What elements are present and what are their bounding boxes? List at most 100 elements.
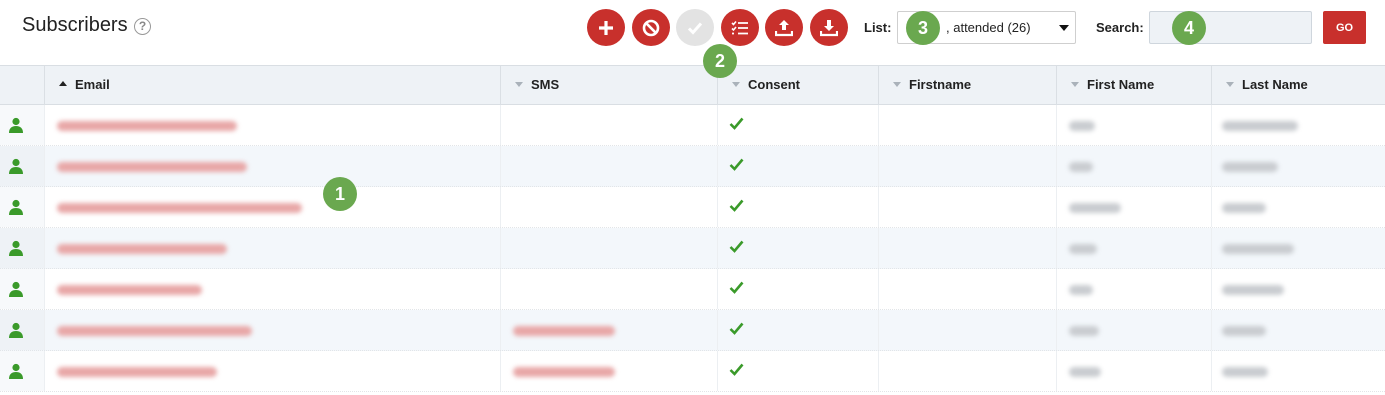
redacted-last-name xyxy=(1222,121,1298,131)
last-name-cell xyxy=(1211,146,1385,186)
column-header-sms[interactable]: SMS xyxy=(500,66,717,105)
email-cell[interactable] xyxy=(44,228,500,268)
user-icon xyxy=(9,240,23,256)
checklist-icon xyxy=(731,20,748,34)
sort-icon xyxy=(1071,82,1079,87)
redacted-first-name xyxy=(1069,367,1101,377)
email-cell[interactable] xyxy=(44,187,500,227)
redacted-email xyxy=(57,121,237,131)
header-select-column xyxy=(0,66,44,105)
column-header-email[interactable]: Email xyxy=(44,66,500,105)
column-label: Last Name xyxy=(1242,77,1308,92)
redacted-first-name xyxy=(1069,203,1121,213)
check-icon xyxy=(729,281,744,294)
manage-lists-button[interactable] xyxy=(721,9,759,46)
sms-cell xyxy=(500,187,717,227)
plus-icon xyxy=(599,20,613,35)
column-header-consent[interactable]: Consent xyxy=(717,66,878,105)
row-status-cell xyxy=(0,228,44,268)
email-cell[interactable] xyxy=(44,105,500,145)
table-row[interactable] xyxy=(0,228,1385,269)
table-row[interactable] xyxy=(0,351,1385,392)
consent-cell xyxy=(717,105,878,145)
sms-cell xyxy=(500,228,717,268)
firstname-cell xyxy=(878,146,1056,186)
consent-cell xyxy=(717,228,878,268)
first-name-cell xyxy=(1056,310,1211,350)
column-header-first-name[interactable]: First Name xyxy=(1056,66,1211,105)
redacted-first-name xyxy=(1069,285,1093,295)
last-name-cell xyxy=(1211,310,1385,350)
sms-cell xyxy=(500,269,717,309)
redacted-email xyxy=(57,244,227,254)
redacted-email xyxy=(57,326,252,336)
table-row[interactable] xyxy=(0,269,1385,310)
callout-badge-4: 4 xyxy=(1172,11,1206,45)
first-name-cell xyxy=(1056,269,1211,309)
redacted-email xyxy=(57,203,302,213)
email-cell[interactable] xyxy=(44,269,500,309)
sort-icon xyxy=(893,82,901,87)
import-button[interactable] xyxy=(765,9,803,46)
consent-cell xyxy=(717,310,878,350)
column-header-firstname[interactable]: Firstname xyxy=(878,66,1056,105)
consent-cell xyxy=(717,351,878,391)
add-subscriber-button[interactable] xyxy=(587,9,625,46)
firstname-cell xyxy=(878,187,1056,227)
sort-icon xyxy=(1226,82,1234,87)
redacted-last-name xyxy=(1222,326,1266,336)
redacted-email xyxy=(57,162,247,172)
sms-cell xyxy=(500,105,717,145)
page-title: Subscribers xyxy=(22,14,128,36)
firstname-cell xyxy=(878,269,1056,309)
go-button[interactable]: GO xyxy=(1323,11,1366,44)
redacted-last-name xyxy=(1222,367,1268,377)
sort-icon xyxy=(732,82,740,87)
table-row[interactable] xyxy=(0,105,1385,146)
row-status-cell xyxy=(0,146,44,186)
chevron-down-icon xyxy=(1059,25,1069,31)
last-name-cell xyxy=(1211,105,1385,145)
column-label: SMS xyxy=(531,77,560,92)
sort-asc-icon xyxy=(59,81,67,86)
redacted-sms xyxy=(513,326,615,336)
email-cell[interactable] xyxy=(44,351,500,391)
sms-cell xyxy=(500,351,717,391)
last-name-cell xyxy=(1211,228,1385,268)
table-row[interactable] xyxy=(0,187,1385,228)
first-name-cell xyxy=(1056,228,1211,268)
row-status-cell xyxy=(0,310,44,350)
column-label: Firstname xyxy=(909,77,972,92)
check-icon xyxy=(687,22,703,35)
column-label: Consent xyxy=(748,77,800,92)
check-icon xyxy=(729,117,744,130)
email-cell[interactable] xyxy=(44,146,500,186)
column-header-last-name[interactable]: Last Name xyxy=(1211,66,1385,105)
table-row[interactable] xyxy=(0,146,1385,187)
redacted-last-name xyxy=(1222,162,1278,172)
redacted-first-name xyxy=(1069,244,1097,254)
table-row[interactable] xyxy=(0,310,1385,351)
confirm-button[interactable] xyxy=(676,9,714,46)
first-name-cell xyxy=(1056,351,1211,391)
redacted-last-name xyxy=(1222,285,1284,295)
export-button[interactable] xyxy=(810,9,848,46)
download-icon xyxy=(820,19,838,36)
help-icon[interactable]: ? xyxy=(134,18,151,35)
upload-icon xyxy=(775,19,793,36)
search-label: Search: xyxy=(1096,20,1144,35)
last-name-cell xyxy=(1211,351,1385,391)
list-select-value: , attended (26) xyxy=(946,20,1031,35)
block-button[interactable] xyxy=(632,9,670,46)
email-cell[interactable] xyxy=(44,310,500,350)
callout-badge-2: 2 xyxy=(703,44,737,78)
user-icon xyxy=(9,199,23,215)
row-status-cell xyxy=(0,351,44,391)
consent-cell xyxy=(717,187,878,227)
consent-cell xyxy=(717,269,878,309)
sort-icon xyxy=(515,82,523,87)
column-label: First Name xyxy=(1087,77,1155,92)
check-icon xyxy=(729,199,744,212)
user-icon xyxy=(9,281,23,297)
column-label: Email xyxy=(75,77,110,92)
